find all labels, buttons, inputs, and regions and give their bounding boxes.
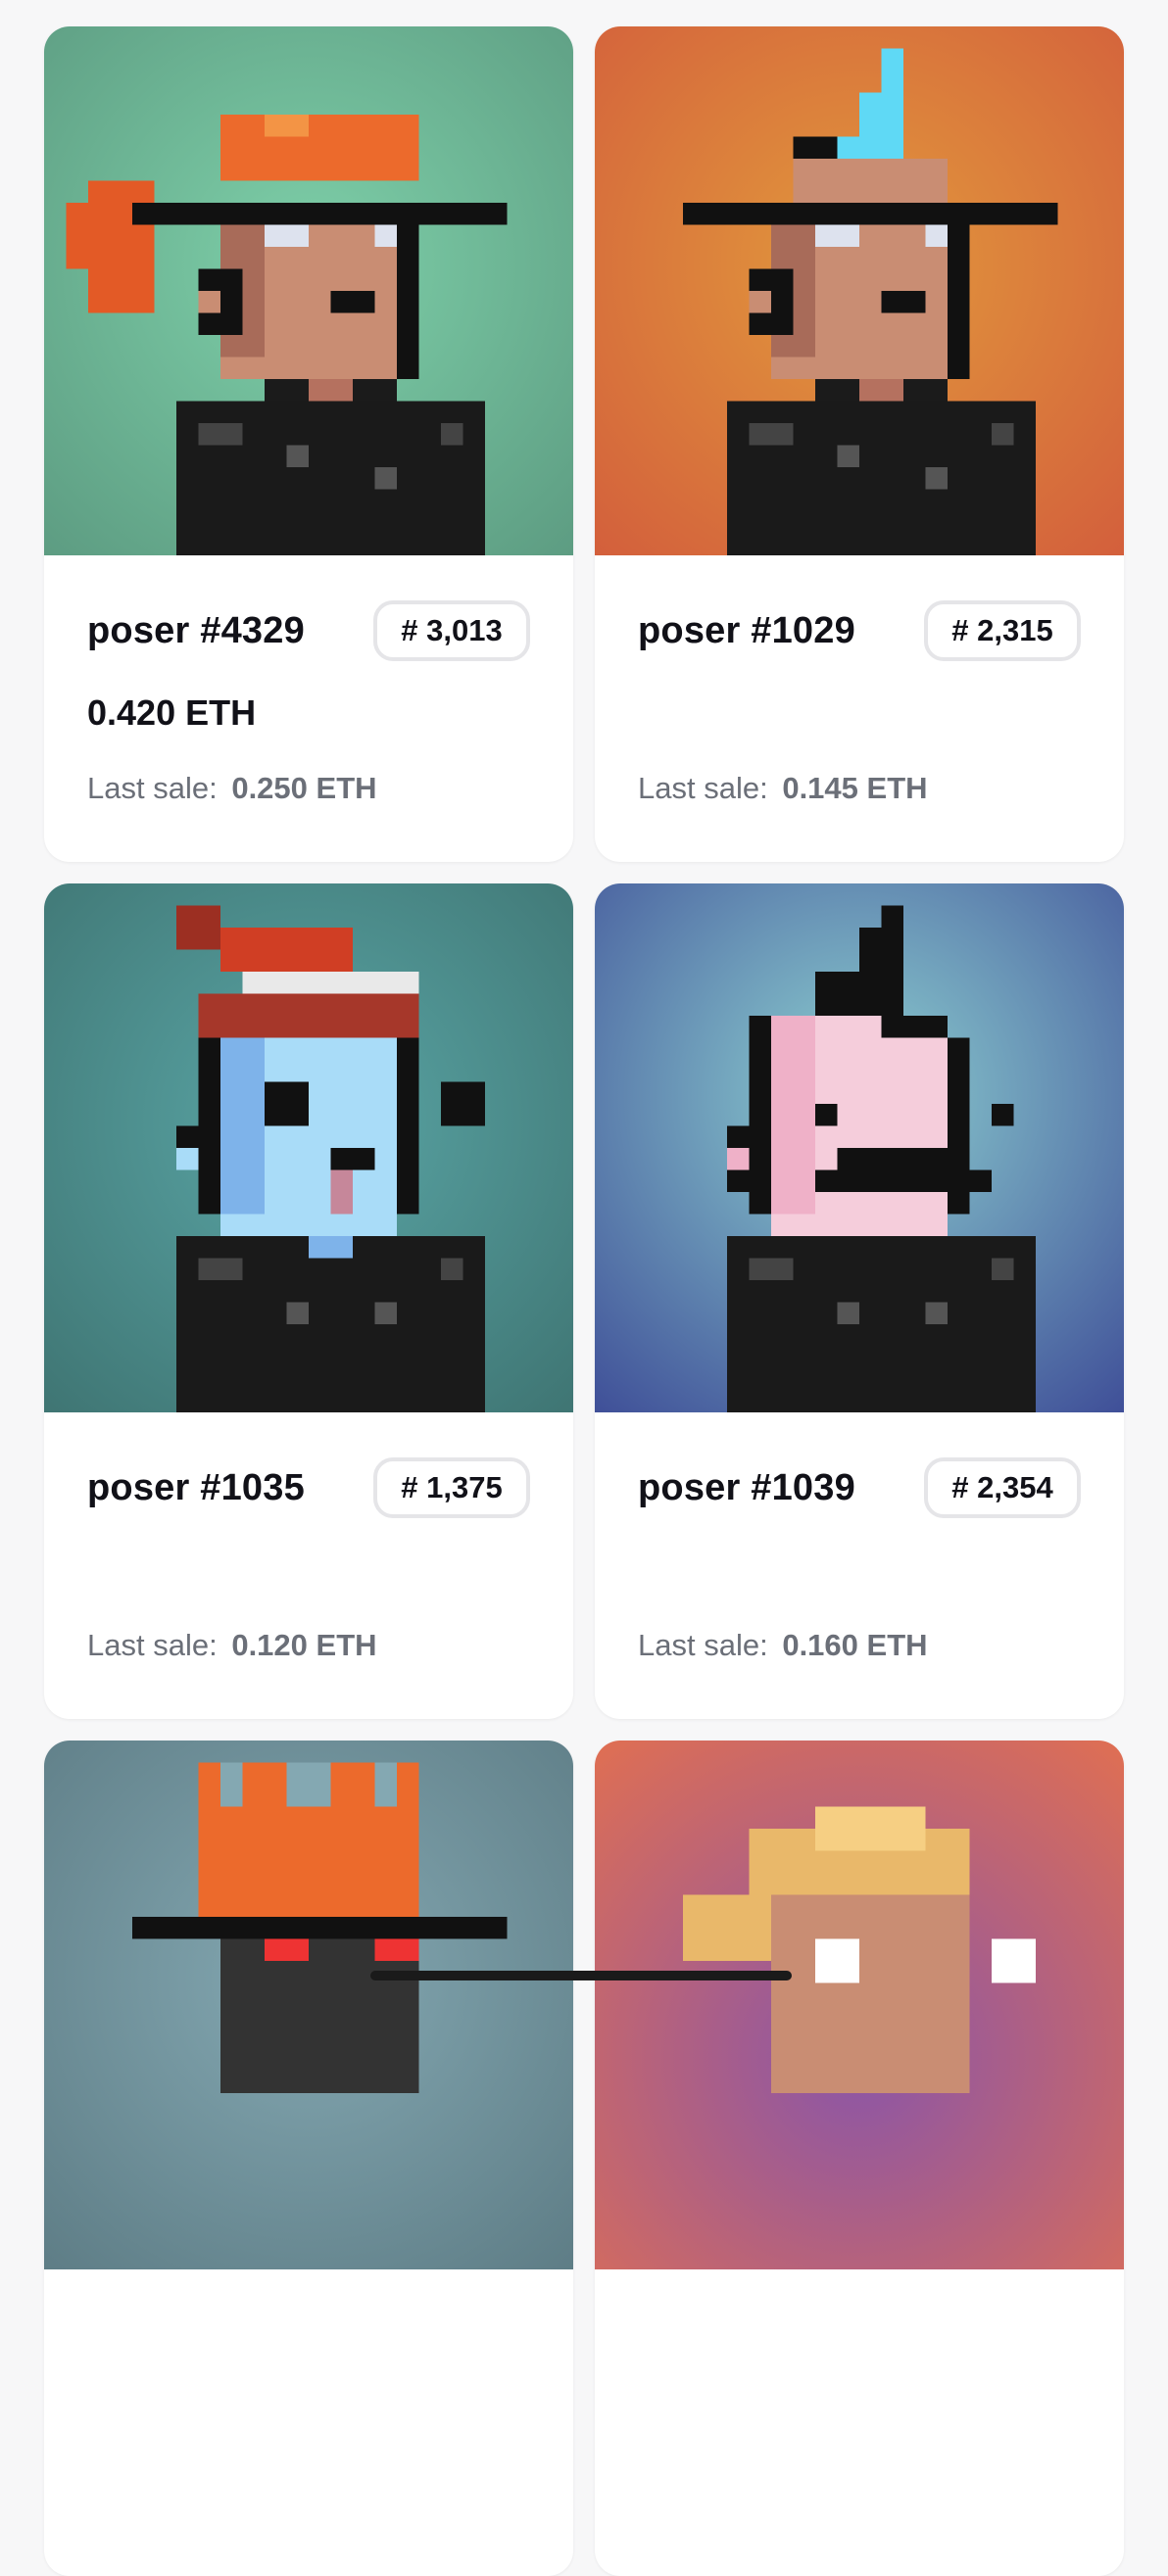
rank-badge: # 3,013 xyxy=(373,600,530,661)
poser-pixel-art xyxy=(132,1762,508,2093)
nft-price xyxy=(87,1550,530,1591)
last-sale: Last sale: 0.250 ETH xyxy=(87,771,377,806)
nft-info: poser #1039 # 2,354 Last sale: 0.160 ETH xyxy=(595,1412,1124,1719)
nft-card[interactable]: poser #1039 # 2,354 Last sale: 0.160 ETH xyxy=(595,883,1124,1719)
nft-price xyxy=(638,1550,1081,1591)
nft-card[interactable]: poser #4329 # 3,013 0.420 ETH Last sale:… xyxy=(44,26,573,862)
last-sale: Last sale: 0.120 ETH xyxy=(87,1628,377,1663)
nft-info: poser #4329 # 3,013 0.420 ETH Last sale:… xyxy=(44,555,573,862)
last-sale: Last sale: 0.145 ETH xyxy=(638,771,928,806)
nft-image[interactable] xyxy=(44,1741,573,2269)
nft-image[interactable] xyxy=(595,26,1124,555)
last-sale-label: Last sale: xyxy=(638,771,768,805)
rank-badge: # 1,375 xyxy=(373,1457,530,1518)
last-sale-label: Last sale: xyxy=(638,1628,768,1662)
poser-pixel-art xyxy=(683,1806,1036,2093)
nft-card[interactable] xyxy=(44,1741,573,2576)
last-sale-value: 0.145 ETH xyxy=(782,771,928,805)
rank-badge: # 2,315 xyxy=(924,600,1081,661)
nft-image[interactable] xyxy=(595,883,1124,1412)
poser-pixel-art xyxy=(176,905,485,1412)
nft-price: 0.420 ETH xyxy=(87,692,257,733)
nft-name: poser #1039 xyxy=(638,1466,855,1508)
last-sale-label: Last sale: xyxy=(87,1628,218,1662)
nft-info: poser #1035 # 1,375 Last sale: 0.120 ETH xyxy=(44,1412,573,1719)
nft-info: poser #1029 # 2,315 Last sale: 0.145 ETH xyxy=(595,555,1124,862)
home-indicator[interactable] xyxy=(370,1971,792,1980)
nft-name: poser #1035 xyxy=(87,1466,305,1508)
poser-pixel-art xyxy=(66,115,508,555)
rank-badge: # 2,354 xyxy=(924,1457,1081,1518)
nft-grid: poser #4329 # 3,013 0.420 ETH Last sale:… xyxy=(44,26,1124,2576)
nft-image[interactable] xyxy=(595,1741,1124,2269)
nft-card[interactable]: poser #1035 # 1,375 Last sale: 0.120 ETH xyxy=(44,883,573,1719)
nft-name: poser #1029 xyxy=(638,609,855,651)
nft-image[interactable] xyxy=(44,883,573,1412)
poser-pixel-art xyxy=(683,48,1058,555)
last-sale-label: Last sale: xyxy=(87,771,218,805)
last-sale-value: 0.120 ETH xyxy=(231,1628,377,1662)
last-sale-value: 0.160 ETH xyxy=(782,1628,928,1662)
nft-name: poser #4329 xyxy=(87,609,305,651)
last-sale-value: 0.250 ETH xyxy=(231,771,377,805)
nft-card[interactable] xyxy=(595,1741,1124,2576)
nft-price xyxy=(638,692,1081,734)
nft-card[interactable]: poser #1029 # 2,315 Last sale: 0.145 ETH xyxy=(595,26,1124,862)
last-sale: Last sale: 0.160 ETH xyxy=(638,1628,928,1663)
nft-image[interactable] xyxy=(44,26,573,555)
poser-pixel-art xyxy=(727,905,1036,1412)
